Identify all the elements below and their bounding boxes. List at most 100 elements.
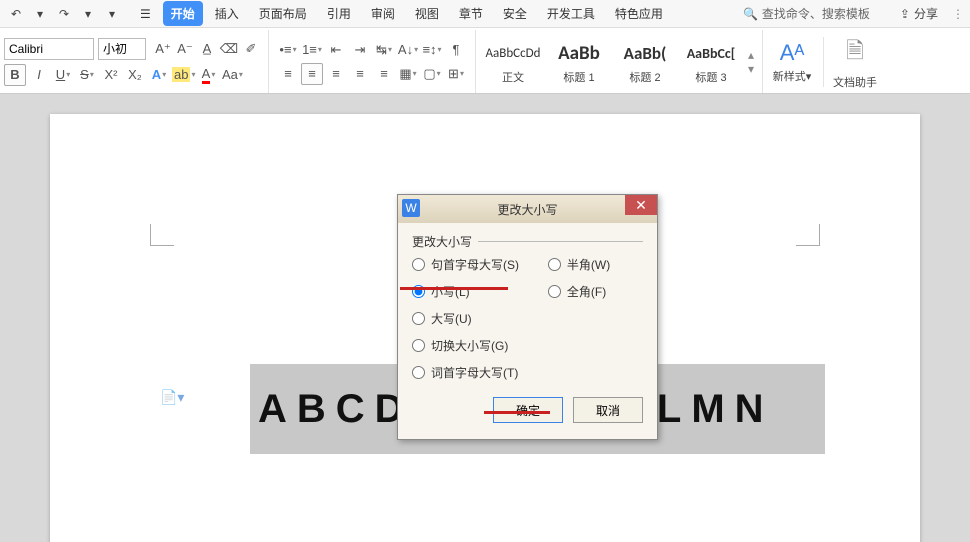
increase-indent-button[interactable]: ⇥ bbox=[349, 39, 371, 61]
shrink-font-button[interactable]: A⁻ bbox=[174, 38, 196, 60]
style-preview: AaBbCc[ bbox=[687, 39, 736, 69]
numbering-button[interactable]: 1≡▾ bbox=[301, 39, 323, 61]
menu-bar: ↶ ▾ ↷ ▾ ▾ ☰ 开始 插入 页面布局 引用 审阅 视图 章节 安全 开发… bbox=[0, 0, 970, 28]
style-heading3[interactable]: AaBbCc[ 标题 3 bbox=[678, 30, 744, 93]
doc-helper-label: 文档助手 bbox=[833, 74, 877, 90]
radio-toggle-case[interactable]: 切换大小写(G) bbox=[412, 337, 548, 354]
search-placeholder: 查找命令、搜索模板 bbox=[762, 5, 870, 22]
change-case-button[interactable]: A̲ bbox=[196, 38, 218, 60]
bullets-button[interactable]: •≡▾ bbox=[277, 39, 299, 61]
distribute-button[interactable]: ≡ bbox=[373, 63, 395, 85]
radio-half-width[interactable]: 半角(W) bbox=[548, 256, 643, 273]
undo-dropdown[interactable]: ▾ bbox=[30, 4, 50, 24]
align-right-button[interactable]: ≡ bbox=[325, 63, 347, 85]
styles-more[interactable]: ▴▾ bbox=[744, 30, 758, 93]
style-heading2[interactable]: AaBb( 标题 2 bbox=[612, 30, 678, 93]
undo-button[interactable]: ↶ bbox=[6, 4, 26, 24]
clear-format-button[interactable]: ⌫ bbox=[218, 38, 240, 60]
paragraph-mark-icon: 📄▾ bbox=[160, 389, 184, 406]
wps-icon: W bbox=[402, 199, 420, 217]
doc-helper-button[interactable]: 🗎 文档助手 bbox=[832, 34, 878, 90]
superscript-button[interactable]: X² bbox=[100, 64, 122, 86]
align-center-button[interactable]: ≡ bbox=[301, 63, 323, 85]
shading-button[interactable]: ▦▾ bbox=[397, 63, 419, 85]
cancel-button[interactable]: 取消 bbox=[573, 397, 643, 423]
quick-access: ↶ ▾ ↷ ▾ ▾ bbox=[6, 4, 122, 24]
margin-corner-tr bbox=[796, 224, 820, 246]
search-box[interactable]: 🔍 查找命令、搜索模板 bbox=[743, 5, 870, 22]
doc-helper-icon: 🗎 bbox=[846, 34, 864, 72]
radio-label: 大写(U) bbox=[431, 310, 472, 327]
more-icon[interactable]: ⋮ bbox=[952, 7, 964, 21]
format-brush-button[interactable]: ✐ bbox=[240, 38, 262, 60]
style-heading1[interactable]: AaBb 标题 1 bbox=[546, 30, 612, 93]
text-effect-button[interactable]: A▾ bbox=[148, 64, 170, 86]
line-spacing-button[interactable]: ≡↕▾ bbox=[421, 39, 443, 61]
font-size-input[interactable] bbox=[98, 38, 146, 60]
decrease-indent-button[interactable]: ⇤ bbox=[325, 39, 347, 61]
sort-button[interactable]: A↓▾ bbox=[397, 39, 419, 61]
style-preview: AaBbCcDd bbox=[486, 39, 541, 69]
highlight-button[interactable]: ab▾ bbox=[172, 64, 195, 86]
radio-label: 半角(W) bbox=[567, 256, 610, 273]
tab-references[interactable]: 引用 bbox=[319, 1, 359, 26]
align-justify-button[interactable]: ≡ bbox=[349, 63, 371, 85]
underline-button[interactable]: U▾ bbox=[52, 64, 74, 86]
show-marks-button[interactable]: ¶ bbox=[445, 39, 467, 61]
style-label: 标题 1 bbox=[563, 69, 594, 85]
align-left-button[interactable]: ≡ bbox=[277, 63, 299, 85]
tab-sections[interactable]: 章节 bbox=[451, 1, 491, 26]
tab-review[interactable]: 审阅 bbox=[363, 1, 403, 26]
qat-dropdown[interactable]: ▾ bbox=[102, 4, 122, 24]
styles-gallery: AaBbCcDd 正文 AaBb 标题 1 AaBb( 标题 2 AaBbCc[… bbox=[476, 30, 763, 93]
new-style-button[interactable]: Aᴬ 新样式▾ bbox=[769, 40, 815, 84]
redo-button[interactable]: ↷ bbox=[54, 4, 74, 24]
radio-uppercase[interactable]: 大写(U) bbox=[412, 310, 548, 327]
dialog-titlebar[interactable]: W 更改大小写 ✕ bbox=[398, 195, 657, 223]
document-area: 📄▾ ABCDEFGHIJKLMN W 更改大小写 ✕ 更改大小写 句首字母大写… bbox=[0, 94, 970, 542]
tab-view[interactable]: 视图 bbox=[407, 1, 447, 26]
radio-label: 切换大小写(G) bbox=[431, 337, 508, 354]
tab-special[interactable]: 特色应用 bbox=[607, 1, 671, 26]
new-style-label: 新样式▾ bbox=[773, 68, 812, 84]
style-normal[interactable]: AaBbCcDd 正文 bbox=[480, 30, 546, 93]
borders-button[interactable]: ▢▾ bbox=[421, 63, 443, 85]
style-preview: AaBb bbox=[558, 39, 600, 69]
share-button[interactable]: ⇪ 分享 ⋮ bbox=[900, 5, 964, 22]
change-case-dialog: W 更改大小写 ✕ 更改大小写 句首字母大写(S) 小写(L) 大写(U) 切换… bbox=[397, 194, 658, 440]
tab-page-layout[interactable]: 页面布局 bbox=[251, 1, 315, 26]
file-menu-icon[interactable]: ☰ bbox=[132, 3, 159, 25]
radio-lowercase[interactable]: 小写(L) bbox=[412, 283, 548, 300]
close-icon: ✕ bbox=[635, 197, 647, 214]
grow-font-button[interactable]: A⁺ bbox=[152, 38, 174, 60]
subscript-button[interactable]: X₂ bbox=[124, 64, 146, 86]
radio-label: 词首字母大写(T) bbox=[431, 364, 518, 381]
tab-security[interactable]: 安全 bbox=[495, 1, 535, 26]
close-button[interactable]: ✕ bbox=[625, 195, 657, 215]
ok-button[interactable]: 确定 bbox=[493, 397, 563, 423]
separator bbox=[823, 37, 824, 87]
style-preview: AaBb( bbox=[624, 39, 667, 69]
strike-button[interactable]: S▾ bbox=[76, 64, 98, 86]
radio-full-width[interactable]: 全角(F) bbox=[548, 283, 643, 300]
share-icon: ⇪ bbox=[900, 7, 910, 21]
radio-sentence-case[interactable]: 句首字母大写(S) bbox=[412, 256, 548, 273]
tab-insert[interactable]: 插入 bbox=[207, 1, 247, 26]
font-color-button[interactable]: A▾ bbox=[197, 64, 219, 86]
redo-dropdown[interactable]: ▾ bbox=[78, 4, 98, 24]
search-icon: 🔍 bbox=[743, 7, 758, 21]
dialog-body: 更改大小写 句首字母大写(S) 小写(L) 大写(U) 切换大小写(G) 词首字… bbox=[398, 223, 657, 439]
style-label: 正文 bbox=[502, 69, 524, 85]
text-direction-button[interactable]: ↹▾ bbox=[373, 39, 395, 61]
radio-label: 句首字母大写(S) bbox=[431, 256, 519, 273]
tab-home[interactable]: 开始 bbox=[163, 1, 203, 26]
italic-button[interactable]: I bbox=[28, 64, 50, 86]
bold-button[interactable]: B bbox=[4, 64, 26, 86]
tabs-button[interactable]: ⊞▾ bbox=[445, 63, 467, 85]
tab-dev-tools[interactable]: 开发工具 bbox=[539, 1, 603, 26]
radio-label: 小写(L) bbox=[431, 283, 470, 300]
font-group: A⁺ A⁻ A̲ ⌫ ✐ B I U▾ S▾ X² X₂ A▾ ab▾ A▾ A… bbox=[0, 30, 269, 93]
radio-title-case[interactable]: 词首字母大写(T) bbox=[412, 364, 548, 381]
font-name-input[interactable] bbox=[4, 38, 94, 60]
char-case-button[interactable]: Aa▾ bbox=[221, 64, 243, 86]
